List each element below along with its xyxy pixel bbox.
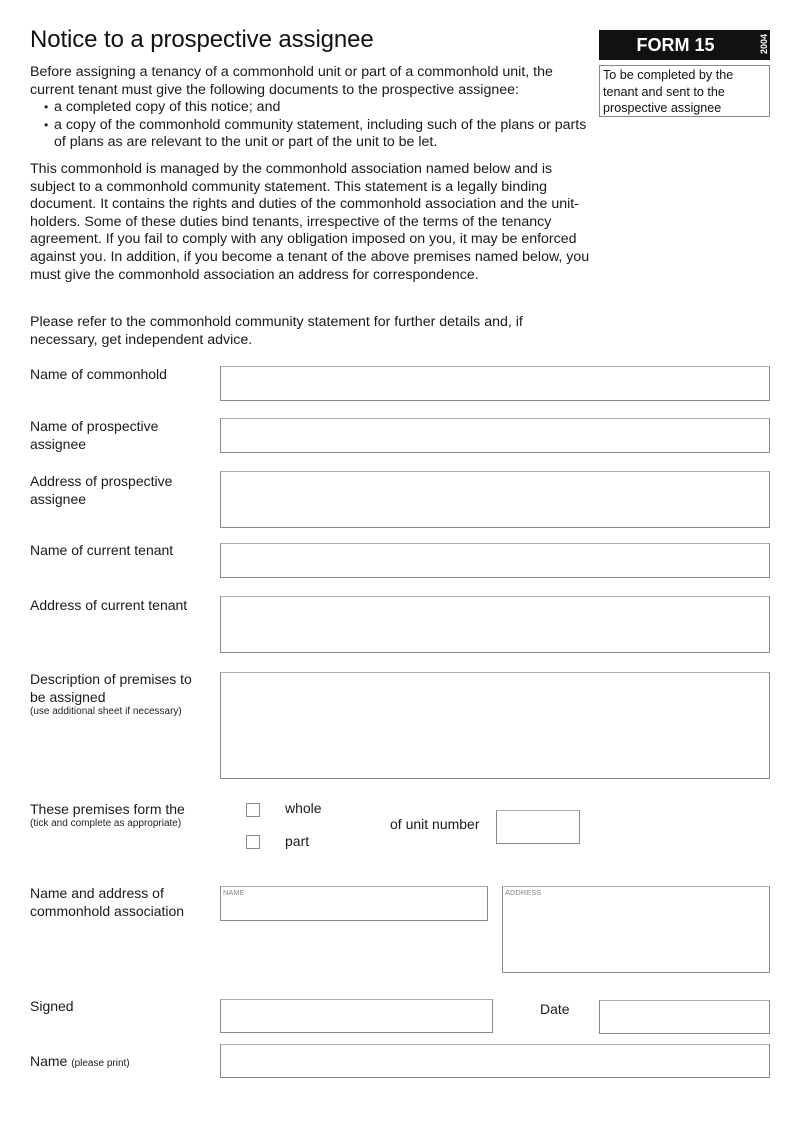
premises-form-label: These premises form the (30, 801, 185, 817)
premises-description-field[interactable] (220, 672, 770, 779)
print-name-label: Name (30, 1053, 68, 1069)
print-name-hint: (please print) (71, 1058, 130, 1069)
commonhold-name-label: Name of commonhold (30, 366, 167, 382)
premises-form-label-group: These premises form the (tick and comple… (30, 800, 220, 830)
premises-description-hint: (use additional sheet if necessary) (30, 706, 182, 717)
unit-number-field[interactable] (496, 810, 580, 844)
print-name-label-group: Name (please print) (30, 1052, 130, 1073)
whole-checkbox[interactable] (246, 803, 260, 817)
list-item: a completed copy of this notice; and (30, 99, 590, 117)
advice-paragraph: Please refer to the commonhold community… (30, 314, 523, 348)
intro-section: Before assigning a tenancy of a commonho… (30, 64, 590, 152)
premises-description-label: Description of premises to be assigned (30, 671, 192, 705)
assignee-name-label: Name of prospective assignee (30, 418, 159, 452)
tenant-name-field[interactable] (220, 543, 770, 578)
completion-note: To be completed by the tenant and sent t… (599, 65, 770, 117)
print-name-field[interactable] (220, 1044, 770, 1078)
tenant-address-field[interactable] (220, 596, 770, 653)
part-option-label: part (285, 833, 310, 849)
commonhold-name-field[interactable] (220, 366, 770, 401)
association-name-caption: NAME (223, 888, 245, 897)
signed-label: Signed (30, 998, 74, 1014)
form-year: 2004 (759, 34, 769, 55)
assignee-address-field[interactable] (220, 471, 770, 528)
premises-form-hint: (tick and complete as appropriate) (30, 818, 182, 829)
association-address-caption: ADDRESS (505, 888, 542, 897)
assignee-name-field[interactable] (220, 418, 770, 453)
association-address-field[interactable]: ADDRESS (502, 886, 770, 973)
association-label: Name and address of commonhold associati… (30, 885, 185, 919)
tenant-address-label: Address of current tenant (30, 597, 188, 613)
page-title: Notice to a prospective assignee (30, 26, 374, 53)
tenant-name-label: Name of current tenant (30, 542, 174, 558)
unit-number-label: of unit number (390, 816, 480, 832)
date-label: Date (540, 1001, 570, 1017)
date-field[interactable] (599, 1000, 770, 1034)
form-number-badge: FORM 15 2004 (599, 30, 770, 60)
whole-option-label: whole (285, 800, 322, 816)
list-item: a copy of the commonhold community state… (30, 117, 590, 152)
part-checkbox[interactable] (246, 835, 260, 849)
intro-paragraph: Before assigning a tenancy of a commonho… (30, 64, 553, 98)
required-documents-list: a completed copy of this notice; and a c… (30, 99, 590, 152)
premises-description-label-group: Description of premises to be assigned (… (30, 670, 200, 718)
signature-field[interactable] (220, 999, 493, 1033)
assignee-address-label: Address of prospective assignee (30, 473, 173, 507)
form-number: FORM 15 (636, 35, 715, 55)
association-name-field[interactable]: NAME (220, 886, 488, 921)
commonhold-explanation: This commonhold is managed by the common… (30, 161, 590, 283)
